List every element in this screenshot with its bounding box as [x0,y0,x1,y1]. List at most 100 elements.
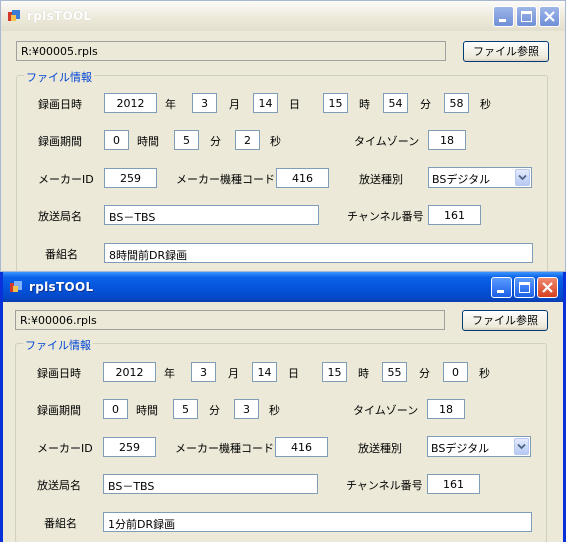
station-field[interactable]: BS－TBS [104,205,319,225]
day-label: 日 [288,367,299,380]
hour-label: 時 [359,98,370,111]
duration-minute-field[interactable]: 5 [174,130,199,150]
year-field[interactable]: 2012 [104,93,157,113]
station-label: 放送局名 [37,479,81,492]
timezone-label: タイムゾーン [354,135,420,148]
channel-field[interactable]: 161 [427,474,480,494]
rec-datetime-label: 録画日時 [37,367,81,380]
month-label: 月 [228,367,239,380]
broadcast-type-value: BSデジタル [431,442,490,455]
year-label: 年 [164,367,175,380]
timezone-label: タイムゾーン [353,404,419,417]
dropdown-button[interactable] [515,169,530,186]
timezone-field[interactable]: 18 [428,130,466,150]
dropdown-button[interactable] [514,438,529,455]
broadcast-type-label: 放送種別 [359,173,403,186]
duration-label: 録画期間 [38,135,82,148]
duration-hour-label: 時間 [136,404,158,417]
second-label: 秒 [479,367,490,380]
station-field[interactable]: BS－TBS [103,474,318,494]
file-path-field[interactable]: R:¥00006.rpls [15,310,445,330]
browse-file-button[interactable]: ファイル参照 [463,41,549,62]
channel-label: チャンネル番号 [347,210,424,223]
hour-field[interactable]: 15 [322,362,347,382]
minute-field[interactable]: 55 [382,362,407,382]
maximize-icon [519,282,530,293]
broadcast-type-select[interactable]: BSデジタル [428,167,532,188]
rplstool-app-icon[interactable] [9,280,23,294]
model-code-field[interactable]: 416 [276,168,329,188]
broadcast-type-select[interactable]: BSデジタル [427,436,531,457]
day-field[interactable]: 14 [252,362,277,382]
hour-field[interactable]: 15 [323,93,348,113]
channel-field[interactable]: 161 [428,205,481,225]
model-code-field[interactable]: 416 [275,437,328,457]
close-button[interactable] [537,277,558,298]
hour-label: 時 [358,367,369,380]
minute-label: 分 [420,98,431,111]
minimize-button[interactable] [493,6,514,27]
minimize-icon [499,19,506,22]
maximize-icon [521,11,532,22]
duration-second-field[interactable]: 3 [234,399,259,419]
broadcast-type-value: BSデジタル [432,173,491,186]
month-label: 月 [229,98,240,111]
window-title: rplsTOOL [29,280,94,294]
duration-minute-field[interactable]: 5 [173,399,198,419]
day-field[interactable]: 14 [253,93,278,113]
duration-hour-label: 時間 [137,135,159,148]
duration-second-label: 秒 [270,135,281,148]
channel-label: チャンネル番号 [346,479,423,492]
timezone-field[interactable]: 18 [427,399,465,419]
rplstool-app-icon[interactable] [7,9,21,23]
maker-id-label: メーカーID [37,442,93,455]
minute-field[interactable]: 54 [383,93,408,113]
program-label: 番組名 [45,248,78,261]
month-field[interactable]: 3 [192,93,217,113]
window-title: rplsTOOL [27,9,92,23]
duration-hour-field[interactable]: 0 [103,399,128,419]
program-field[interactable]: 8時間前DR録画 [104,243,533,263]
minimize-button[interactable] [491,277,512,298]
browse-file-button[interactable]: ファイル参照 [462,310,548,331]
close-button[interactable] [539,6,560,27]
month-field[interactable]: 3 [191,362,216,382]
model-code-label: メーカー機種コード [176,173,275,186]
maker-id-label: メーカーID [38,173,94,186]
year-label: 年 [165,98,176,111]
program-label: 番組名 [44,517,77,530]
chevron-down-icon [518,174,527,181]
title-bar[interactable]: rplsTOOL [1,1,565,31]
rplstool-window-1: rplsTOOL R:¥00005.rpls ファイル参照 ファイル情報 録画日… [0,0,566,272]
close-icon [544,11,555,22]
duration-second-field[interactable]: 2 [235,130,260,150]
station-label: 放送局名 [38,210,82,223]
second-field[interactable]: 0 [443,362,468,382]
duration-second-label: 秒 [269,404,280,417]
duration-hour-field[interactable]: 0 [104,130,129,150]
close-icon [542,282,553,293]
title-bar[interactable]: rplsTOOL [3,272,563,302]
minimize-icon [497,290,504,293]
maker-id-field[interactable]: 259 [104,168,157,188]
day-label: 日 [289,98,300,111]
broadcast-type-label: 放送種別 [358,442,402,455]
model-code-label: メーカー機種コード [175,442,274,455]
year-field[interactable]: 2012 [103,362,156,382]
duration-label: 録画期間 [37,404,81,417]
maximize-button[interactable] [514,277,535,298]
file-path-field[interactable]: R:¥00005.rpls [16,41,446,61]
chevron-down-icon [517,443,526,450]
second-field[interactable]: 58 [444,93,469,113]
rplstool-window-2: rplsTOOL R:¥00006.rpls ファイル参照 ファイル情報 録画日… [0,272,566,542]
rec-datetime-label: 録画日時 [38,98,82,111]
program-field[interactable]: 1分前DR録画 [103,512,532,532]
minute-label: 分 [419,367,430,380]
duration-minute-label: 分 [210,135,221,148]
maker-id-field[interactable]: 259 [103,437,156,457]
group-label: ファイル情報 [23,337,93,353]
second-label: 秒 [480,98,491,111]
maximize-button[interactable] [516,6,537,27]
duration-minute-label: 分 [209,404,220,417]
group-label: ファイル情報 [24,69,94,85]
